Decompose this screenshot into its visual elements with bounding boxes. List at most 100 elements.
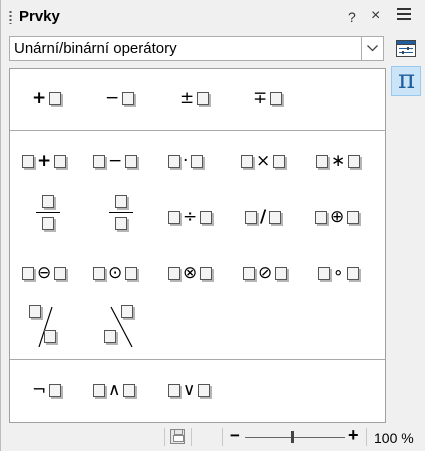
- dropdown-arrow-button[interactable]: [361, 37, 383, 60]
- zoom-out-button[interactable]: −: [230, 426, 240, 446]
- operator-symbol: ⊙: [108, 263, 123, 283]
- zoom-level[interactable]: 100 %: [374, 430, 414, 446]
- placeholder-box-icon: [93, 383, 105, 397]
- element-circled-slash[interactable]: ⊘: [242, 263, 288, 283]
- element-division[interactable]: ÷: [167, 207, 213, 227]
- placeholder-box-icon: [347, 210, 360, 224]
- section-divider: [10, 130, 385, 131]
- elements-sidebar-button[interactable]: π: [391, 65, 421, 96]
- status-divider: [191, 428, 192, 446]
- operator-symbol: ⊖: [37, 263, 52, 283]
- zoom-slider-thumb[interactable]: [291, 431, 294, 443]
- placeholder-box-icon: [315, 210, 327, 224]
- element-minus-plus[interactable]: ∓: [251, 88, 283, 108]
- chevron-down-icon: [367, 45, 378, 52]
- drag-handle-icon[interactable]: [9, 10, 12, 24]
- element-circled-plus[interactable]: ⊕: [314, 207, 360, 227]
- placeholder-box-icon: [115, 195, 127, 208]
- placeholder-box-icon: [241, 154, 253, 168]
- element-logical-and[interactable]: ∧: [92, 380, 136, 400]
- element-circled-minus[interactable]: ⊖: [21, 263, 67, 283]
- placeholder-box-icon: [275, 266, 288, 280]
- operator-symbol: ÷: [183, 207, 198, 227]
- placeholder-box-icon: [44, 330, 56, 343]
- element-wide-slash[interactable]: [26, 305, 58, 349]
- category-dropdown[interactable]: Unární/binární operátory: [9, 36, 384, 61]
- placeholder-box-icon: [197, 91, 210, 105]
- close-button[interactable]: ×: [371, 7, 380, 25]
- element-fraction-alt[interactable]: [109, 195, 133, 239]
- element-circled-times[interactable]: ⊗: [167, 263, 213, 283]
- element-multiplication-asterisk[interactable]: ∗: [315, 151, 361, 171]
- element-subtraction[interactable]: −: [92, 151, 138, 171]
- properties-icon: [396, 40, 416, 57]
- placeholder-box-icon: [54, 266, 67, 280]
- placeholder-box-icon: [115, 217, 127, 230]
- element-addition[interactable]: +: [21, 151, 67, 171]
- operator-symbol: −: [105, 88, 120, 108]
- element-logical-not[interactable]: ¬: [30, 380, 62, 400]
- panel-titlebar: Prvky ? ×: [1, 0, 425, 34]
- status-divider: [222, 428, 223, 446]
- hamburger-menu-icon[interactable]: [397, 8, 411, 20]
- fraction-bar: [36, 212, 60, 213]
- help-button[interactable]: ?: [348, 9, 356, 25]
- placeholder-box-icon: [168, 210, 180, 224]
- pi-icon: π: [398, 65, 416, 95]
- element-slash[interactable]: /: [244, 207, 282, 227]
- placeholder-box-icon: [125, 154, 138, 168]
- placeholder-box-icon: [22, 266, 34, 280]
- placeholder-box-icon: [200, 266, 213, 280]
- element-wide-backslash[interactable]: [102, 305, 136, 349]
- operator-symbol: ∧: [108, 380, 121, 400]
- operator-symbol: ×: [256, 151, 271, 171]
- panel-title: Prvky: [19, 8, 60, 25]
- save-status-icon[interactable]: [170, 429, 185, 444]
- placeholder-box-icon: [123, 383, 136, 397]
- category-dropdown-value: Unární/binární operátory: [14, 40, 177, 57]
- elements-grid: + − ± ∓ + − · × ∗ ÷ / ⊕ ⊖ ⊙ ⊗ ⊘ ∘ ¬ ∧ ∨: [9, 68, 386, 423]
- placeholder-box-icon: [200, 210, 213, 224]
- placeholder-box-icon: [243, 266, 255, 280]
- operator-symbol: ∨: [183, 380, 196, 400]
- element-logical-or[interactable]: ∨: [167, 380, 211, 400]
- placeholder-box-icon: [93, 154, 105, 168]
- operator-symbol: ∓: [253, 88, 268, 108]
- element-ring-operator[interactable]: ∘: [317, 263, 360, 283]
- element-multiplication-dot[interactable]: ·: [167, 151, 204, 171]
- zoom-slider-track[interactable]: [245, 437, 345, 438]
- placeholder-box-icon: [269, 210, 282, 224]
- operator-symbol: ∗: [331, 151, 346, 171]
- operator-symbol: ⊕: [330, 207, 345, 227]
- elements-panel: Prvky ? × Unární/binární operátory π + −…: [0, 0, 425, 451]
- operator-symbol: +: [32, 88, 47, 108]
- placeholder-box-icon: [245, 210, 257, 224]
- element-unary-plus[interactable]: +: [30, 88, 62, 108]
- element-circled-dot[interactable]: ⊙: [92, 263, 138, 283]
- operator-symbol: ·: [183, 151, 189, 171]
- placeholder-box-icon: [168, 266, 180, 280]
- placeholder-box-icon: [273, 154, 286, 168]
- placeholder-box-icon: [49, 383, 62, 397]
- placeholder-box-icon: [270, 91, 283, 105]
- element-fraction[interactable]: [36, 195, 60, 239]
- placeholder-box-icon: [346, 266, 359, 280]
- section-divider: [10, 359, 385, 360]
- element-plus-minus[interactable]: ±: [178, 88, 210, 108]
- properties-sidebar-button[interactable]: [391, 34, 421, 64]
- element-multiplication-x[interactable]: ×: [240, 151, 286, 171]
- zoom-in-button[interactable]: +: [348, 425, 359, 446]
- placeholder-box-icon: [122, 91, 135, 105]
- placeholder-box-icon: [22, 154, 34, 168]
- placeholder-box-icon: [168, 154, 180, 168]
- placeholder-box-icon: [121, 305, 133, 318]
- placeholder-box-icon: [348, 154, 361, 168]
- placeholder-box-icon: [316, 154, 328, 168]
- operator-symbol: ±: [180, 88, 195, 108]
- placeholder-box-icon: [198, 383, 211, 397]
- placeholder-box-icon: [42, 217, 54, 230]
- placeholder-box-icon: [93, 266, 105, 280]
- placeholder-box-icon: [54, 154, 67, 168]
- operator-symbol: ¬: [32, 380, 47, 400]
- element-unary-minus[interactable]: −: [103, 88, 135, 108]
